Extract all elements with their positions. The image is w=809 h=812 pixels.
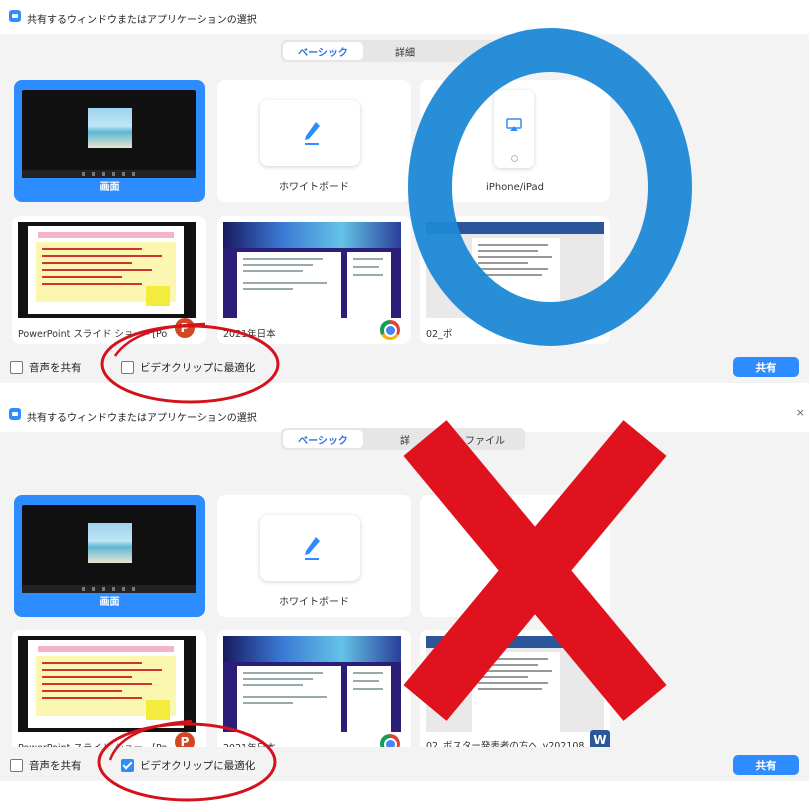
pen-icon [305, 537, 320, 560]
window-title: 共有するウィンドウまたはアプリケーションの選択 [27, 15, 257, 26]
word-thumbnail [426, 222, 604, 318]
screen-label: 画面 [99, 182, 120, 193]
share-audio-box[interactable] [10, 361, 23, 374]
taskbar [22, 585, 196, 593]
screen-label: 画面 [99, 597, 120, 608]
powerpoint-thumbnail [18, 636, 196, 732]
share-button[interactable]: 共有 [733, 755, 799, 775]
whiteboard-card [260, 100, 360, 166]
tab-basic[interactable]: ベーシック [283, 42, 363, 60]
share-audio-box[interactable] [10, 759, 23, 772]
title-bar: 共有するウィンドウまたはアプリケーションの選択 [0, 0, 809, 34]
home-button-icon [511, 155, 518, 162]
airplay-icon [506, 118, 522, 131]
iphone-ipad-tile[interactable] [420, 495, 610, 617]
powerpoint-icon: P [175, 318, 195, 338]
whiteboard-tile[interactable]: ホワイトボード [217, 495, 411, 617]
tab-file[interactable]: ファイル [445, 428, 525, 450]
pen-icon [305, 122, 320, 145]
taskbar [22, 170, 196, 178]
whiteboard-label: ホワイトボード [279, 182, 349, 193]
iphone-ipad-tile[interactable]: iPhone/iPad [420, 80, 610, 202]
screen-thumbnail [22, 90, 196, 178]
title-bar: 共有するウィンドウまたはアプリケーションの選択 × [0, 398, 809, 432]
tab-advanced[interactable]: 詳 [365, 428, 445, 450]
share-audio-label: 音声を共有 [29, 362, 82, 374]
footer-bar: 音声を共有 ビデオクリップに最適化 共有 [0, 349, 809, 383]
word-caption: 02_ポ [426, 329, 453, 340]
browser-thumbnail [223, 222, 401, 318]
zoom-app-icon [9, 408, 21, 420]
powerpoint-window-tile[interactable]: PowerPoint スライド ショー - [Poster... P [12, 630, 206, 758]
browser-caption: 2021年日本 [223, 329, 276, 340]
optimize-video-checkbox[interactable]: ビデオクリップに最適化 [121, 758, 255, 773]
whiteboard-label: ホワイトボード [279, 597, 349, 608]
browser-thumbnail [223, 636, 401, 732]
optimize-video-checkbox[interactable]: ビデオクリップに最適化 [121, 360, 255, 375]
share-button[interactable]: 共有 [733, 357, 799, 377]
whiteboard-card [260, 515, 360, 581]
tab-advanced[interactable]: 詳細 [365, 40, 445, 62]
word-thumbnail [426, 636, 604, 732]
iphone-label: iPhone/iPad [486, 182, 544, 193]
tab-basic[interactable]: ベーシック [283, 430, 363, 448]
close-icon[interactable]: × [796, 406, 805, 419]
powerpoint-thumbnail [18, 222, 196, 318]
zoom-app-icon [9, 10, 21, 22]
share-audio-checkbox[interactable]: 音声を共有 [10, 360, 82, 375]
powerpoint-window-tile[interactable]: PowerPoint スライド ショー - [Poster... P [12, 216, 206, 344]
browser-window-tile[interactable]: 2021年日本 [217, 216, 411, 344]
tab-file[interactable] [445, 40, 525, 62]
optimize-video-box[interactable] [121, 361, 134, 374]
phone-card [494, 90, 534, 168]
optimize-video-box[interactable] [121, 759, 134, 772]
tab-bar: ベーシック 詳細 [281, 40, 525, 62]
browser-window-tile[interactable]: 2021年日本 [217, 630, 411, 758]
screen-tile[interactable]: 画面 [14, 495, 205, 617]
share-dialog-bottom: 共有するウィンドウまたはアプリケーションの選択 × ベーシック 詳 ファイル 画… [0, 398, 809, 781]
share-dialog-top: 共有するウィンドウまたはアプリケーションの選択 ベーシック 詳細 画面 ホワイト… [0, 0, 809, 383]
powerpoint-caption: PowerPoint スライド ショー - [Poster... [18, 329, 168, 340]
word-window-tile[interactable]: 02_ポ [420, 216, 610, 344]
wallpaper-image [88, 523, 132, 563]
share-audio-label: 音声を共有 [29, 760, 82, 772]
whiteboard-tile[interactable]: ホワイトボード [217, 80, 411, 202]
word-window-tile[interactable]: 02_ポスター発表者の方へ_v202108... W [420, 630, 610, 758]
optimize-video-label: ビデオクリップに最適化 [140, 760, 256, 772]
window-title: 共有するウィンドウまたはアプリケーションの選択 [27, 413, 257, 424]
optimize-video-label: ビデオクリップに最適化 [140, 362, 256, 374]
chrome-icon [380, 320, 400, 340]
screen-thumbnail [22, 505, 196, 593]
share-audio-checkbox[interactable]: 音声を共有 [10, 758, 82, 773]
wallpaper-image [88, 108, 132, 148]
tab-bar: ベーシック 詳 ファイル [281, 428, 525, 450]
screen-tile[interactable]: 画面 [14, 80, 205, 202]
footer-bar: 音声を共有 ビデオクリップに最適化 共有 [0, 747, 809, 781]
